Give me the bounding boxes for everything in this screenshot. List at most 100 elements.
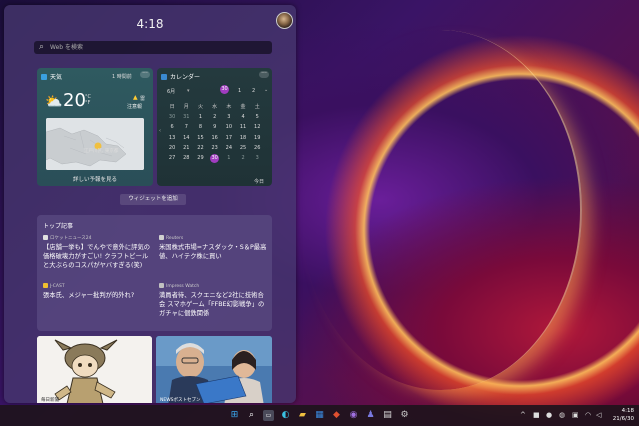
calendar-today-button[interactable]: 今日	[254, 178, 264, 185]
calendar-day[interactable]: 29	[193, 153, 207, 163]
calendar-day[interactable]: 1	[193, 112, 207, 122]
news-photo-card[interactable]: 毎日新聞	[37, 336, 152, 403]
user-avatar[interactable]	[276, 12, 293, 29]
calendar-day[interactable]: 17	[222, 133, 236, 143]
calendar-day[interactable]: 16	[208, 133, 222, 143]
today-marker[interactable]: 30	[210, 153, 220, 163]
weather-warning-type: 雷	[140, 96, 146, 102]
tray-app-icon[interactable]: ◍	[559, 411, 565, 419]
calendar-day[interactable]: 20	[165, 143, 179, 153]
web-search-box[interactable]: ⌕	[34, 41, 272, 54]
news-item[interactable]: Reuters 米国株式市場=ナスダック・S＆P最高値、ハイテク株に買い	[159, 235, 269, 261]
news-headline[interactable]: 満員者待、スクエニなど2社に技術合会 スマホゲーム「FFBE幻影戦争」のガチャに…	[159, 291, 269, 318]
calendar-day-strip-2[interactable]: 2	[252, 88, 255, 94]
chevron-up-icon[interactable]: ^	[520, 411, 526, 419]
teams-icon[interactable]: ♟	[365, 410, 376, 421]
anime-character-illustration	[37, 336, 152, 403]
news-source-name: Impress Watch	[166, 284, 200, 289]
news-photo-card[interactable]: NEWSポストセブン	[156, 336, 272, 403]
detailed-forecast-link[interactable]: 詳しい予報を見る	[37, 175, 153, 183]
calendar-selected-day[interactable]: 30	[220, 85, 229, 94]
taskbar-date: 21/6/30	[612, 416, 634, 422]
calendar-day[interactable]: 11	[236, 122, 250, 132]
weather-warning-label: 注意報	[127, 104, 143, 110]
calendar-day[interactable]: 21	[179, 143, 193, 153]
calendar-day[interactable]: 14	[179, 133, 193, 143]
calendar-prev-arrow[interactable]: ‹	[159, 128, 161, 134]
calendar-day-today[interactable]: 30	[208, 153, 222, 163]
calendar-day[interactable]: 5	[250, 112, 264, 122]
news-item[interactable]: ロケットニュース24 【店舗一挙も】でんやで意外に評気の価格破壊力がすごい! ク…	[43, 235, 153, 270]
calendar-day[interactable]: 8	[193, 122, 207, 132]
calendar-day[interactable]: 10	[222, 122, 236, 132]
wifi-icon[interactable]: ◠	[585, 411, 591, 419]
news-source: J-CAST	[43, 283, 153, 289]
top-stories-widget: トップ記事 ロケットニュース24 【店舗一挙も】でんやで意外に評気の価格破壊力が…	[37, 215, 272, 331]
calendar-day[interactable]: 2	[208, 112, 222, 122]
calendar-day[interactable]: 27	[165, 153, 179, 163]
calendar-day[interactable]: 22	[193, 143, 207, 153]
weather-map[interactable]	[46, 118, 144, 170]
weather-unit-toggle[interactable]: °C °F	[85, 94, 91, 106]
news-headline[interactable]: 【店舗一挙も】でんやで意外に評気の価格破壊力がすごい! クラフトビールと大ぶらの…	[43, 243, 153, 270]
calendar-day[interactable]: 7	[179, 122, 193, 132]
weather-temperature: 20	[63, 90, 86, 111]
calendar-day[interactable]: 6	[165, 122, 179, 132]
weather-more-button[interactable]: ···	[140, 71, 150, 78]
source-logo-icon	[159, 283, 164, 288]
search-input[interactable]	[50, 41, 265, 54]
add-widget-button[interactable]: ウィジェットを追加	[120, 194, 186, 205]
search-icon[interactable]: ⌕	[246, 410, 257, 421]
calendar-day[interactable]: 3	[250, 153, 264, 163]
calendar-day[interactable]: 30	[165, 112, 179, 122]
calendar-day[interactable]: 2	[236, 153, 250, 163]
news-source: ロケットニュース24	[43, 235, 153, 241]
app-icon[interactable]: ▤	[382, 410, 393, 421]
calendar-day[interactable]: 1	[222, 153, 236, 163]
news-source-name: ロケットニュース24	[50, 236, 92, 241]
start-button-icon[interactable]: ⊞	[229, 410, 240, 421]
weather-widget[interactable]: 天気 1 時間前 ··· ⛅ 20 °C °F ▲ 雷 注意報 江戸川区, 東京都…	[37, 68, 153, 186]
office-icon[interactable]: ◆	[331, 410, 342, 421]
chevron-down-icon[interactable]: ⌄	[264, 87, 268, 93]
search-icon: ⌕	[39, 42, 45, 52]
edge-browser-icon[interactable]: ◐	[280, 410, 291, 421]
taskbar-clock[interactable]: 4:18 21/6/30	[608, 407, 634, 423]
calendar-day[interactable]: 3	[222, 112, 236, 122]
settings-gear-icon[interactable]: ⚙	[399, 410, 410, 421]
calendar-day[interactable]: 13	[165, 133, 179, 143]
calendar-day[interactable]: 15	[193, 133, 207, 143]
news-headline[interactable]: 米国株式市場=ナスダック・S＆P最高値、ハイテク株に買い	[159, 243, 269, 261]
calendar-app-icon	[161, 74, 167, 80]
calendar-widget[interactable]: カレンダー ··· 6月 ▾ 30 1 2 ⌄ ‹ 日 月 火 水 木 金 土 …	[157, 68, 272, 186]
calendar-day[interactable]: 28	[179, 153, 193, 163]
weekday-label: 金	[240, 104, 246, 110]
calendar-day[interactable]: 4	[236, 112, 250, 122]
calendar-day-strip-1[interactable]: 1	[238, 88, 241, 94]
news-headline[interactable]: 張本氏、メジャー批判が的外れ?	[43, 291, 153, 300]
tray-app-icon[interactable]: ●	[546, 411, 552, 419]
calendar-day[interactable]: 18	[236, 133, 250, 143]
news-item[interactable]: Impress Watch 満員者待、スクエニなど2社に技術合会 スマホゲーム「…	[159, 283, 269, 318]
file-explorer-icon[interactable]: ▰	[297, 410, 308, 421]
tray-app-icon[interactable]: ■	[533, 411, 540, 419]
volume-icon[interactable]: ◁	[596, 411, 601, 419]
store-icon[interactable]: ▦	[314, 410, 325, 421]
calendar-more-button[interactable]: ···	[259, 71, 269, 78]
month-dropdown-icon[interactable]: ▾	[187, 88, 190, 94]
tray-app-icon[interactable]: ▣	[572, 411, 579, 419]
calendar-day[interactable]: 25	[236, 143, 250, 153]
calendar-day[interactable]: 12	[250, 122, 264, 132]
panel-clock: 4:18	[136, 17, 164, 31]
calendar-day[interactable]: 24	[222, 143, 236, 153]
weather-location: 江戸川区, 東京都	[84, 149, 119, 154]
news-item[interactable]: J-CAST 張本氏、メジャー批判が的外れ?	[43, 283, 153, 300]
calendar-day[interactable]: 26	[250, 143, 264, 153]
calendar-day[interactable]: 31	[179, 112, 193, 122]
calendar-day[interactable]: 23	[208, 143, 222, 153]
calendar-day[interactable]: 9	[208, 122, 222, 132]
messenger-icon[interactable]: ◉	[348, 410, 359, 421]
calendar-day[interactable]: 19	[250, 133, 264, 143]
unit-fahrenheit[interactable]: °F	[85, 100, 90, 106]
task-view-icon[interactable]: ▭	[263, 410, 274, 421]
